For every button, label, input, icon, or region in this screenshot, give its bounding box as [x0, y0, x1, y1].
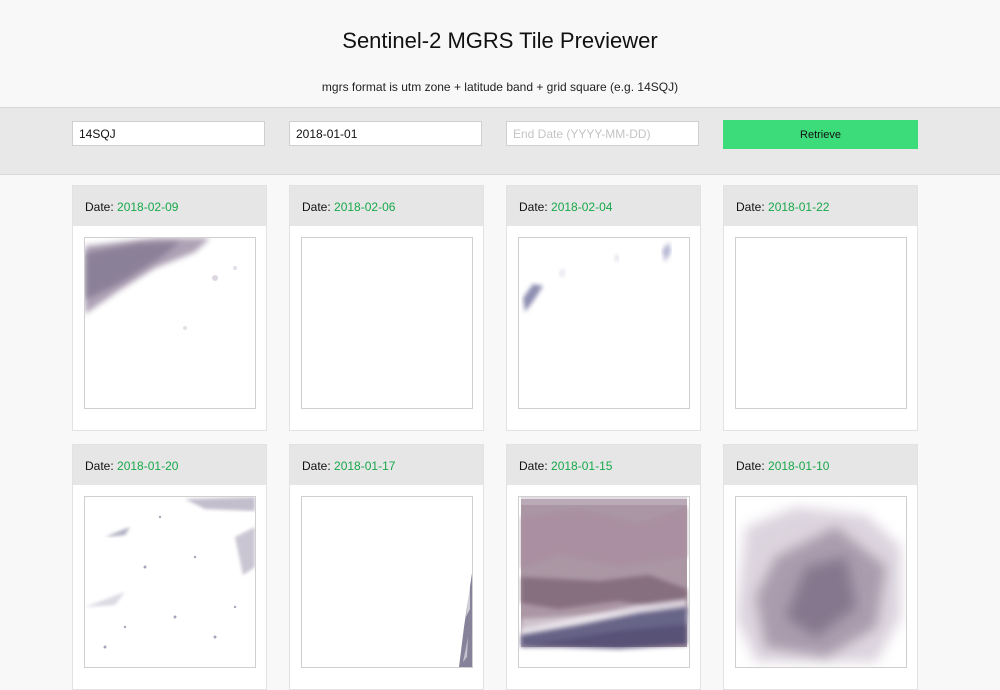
- page-subtitle: mgrs format is utm zone + latitude band …: [321, 80, 679, 94]
- tile-date: 2018-02-04: [551, 200, 613, 214]
- preview-graphic: [302, 238, 472, 408]
- page-title: Sentinel-2 MGRS Tile Previewer: [342, 28, 658, 53]
- date-label: Date:: [302, 200, 331, 214]
- tile-card: Date: 2018-02-06: [289, 185, 484, 431]
- preview-graphic: [736, 507, 901, 662]
- tile-card: Date: 2018-01-20: [72, 444, 267, 690]
- tile-preview-image[interactable]: [518, 237, 690, 409]
- preview-graphic: [85, 238, 237, 330]
- tile-date: 2018-01-15: [551, 459, 613, 473]
- tile-header: Date: 2018-01-10: [724, 445, 917, 485]
- tile-card: Date: 2018-01-10: [723, 444, 918, 690]
- tile-date: 2018-02-09: [117, 200, 179, 214]
- date-label: Date:: [85, 200, 114, 214]
- tile-header: Date: 2018-01-20: [73, 445, 266, 485]
- tile-header: Date: 2018-02-06: [290, 186, 483, 226]
- retrieve-button[interactable]: Retrieve: [723, 120, 918, 149]
- mgrs-input[interactable]: [72, 121, 265, 146]
- tile-date: 2018-01-10: [768, 459, 830, 473]
- search-toolbar: Retrieve: [0, 107, 1000, 175]
- tile-grid: Date: 2018-02-09 Date: 2018-02-06 Date:: [72, 185, 918, 690]
- date-label: Date:: [302, 459, 331, 473]
- preview-graphic: [459, 573, 472, 667]
- date-label: Date:: [519, 459, 548, 473]
- preview-graphic: [523, 242, 671, 312]
- start-date-input[interactable]: [289, 121, 482, 146]
- tile-header: Date: 2018-01-22: [724, 186, 917, 226]
- tile-date: 2018-01-22: [768, 200, 830, 214]
- tile-header: Date: 2018-01-15: [507, 445, 700, 485]
- tile-header: Date: 2018-02-04: [507, 186, 700, 226]
- tile-date: 2018-01-20: [117, 459, 179, 473]
- tile-card: Date: 2018-01-17: [289, 444, 484, 690]
- date-label: Date:: [519, 200, 548, 214]
- end-date-input[interactable]: [506, 121, 699, 146]
- tile-header: Date: 2018-01-17: [290, 445, 483, 485]
- tile-card: Date: 2018-02-04: [506, 185, 701, 431]
- date-label: Date:: [736, 459, 765, 473]
- tile-date: 2018-01-17: [334, 459, 396, 473]
- tile-header: Date: 2018-02-09: [73, 186, 266, 226]
- tile-card: Date: 2018-02-09: [72, 185, 267, 431]
- tile-preview-image[interactable]: [84, 237, 256, 409]
- preview-graphic: [85, 497, 255, 649]
- tile-card: Date: 2018-01-15: [506, 444, 701, 690]
- tile-preview-image[interactable]: [735, 237, 907, 409]
- tile-preview-image[interactable]: [84, 496, 256, 668]
- tile-preview-image[interactable]: [301, 496, 473, 668]
- tile-preview-image[interactable]: [301, 237, 473, 409]
- tile-preview-image[interactable]: [735, 496, 907, 668]
- date-label: Date:: [736, 200, 765, 214]
- preview-graphic: [736, 238, 906, 408]
- date-label: Date:: [85, 459, 114, 473]
- tile-preview-image[interactable]: [518, 496, 690, 668]
- tile-card: Date: 2018-01-22: [723, 185, 918, 431]
- preview-graphic: [521, 497, 687, 649]
- tile-date: 2018-02-06: [334, 200, 396, 214]
- header: Sentinel-2 MGRS Tile Previewer mgrs form…: [0, 0, 1000, 107]
